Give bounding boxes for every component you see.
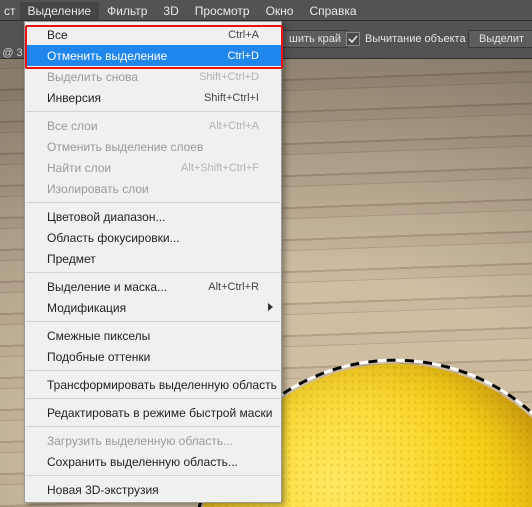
refine-edge-button[interactable]: шить край bbox=[282, 30, 348, 48]
menu-item[interactable]: Редактировать в режиме быстрой маски bbox=[25, 402, 281, 423]
menu-item[interactable]: Цветовой диапазон... bbox=[25, 206, 281, 227]
menu-item-label: Загрузить выделенную область... bbox=[47, 434, 259, 448]
menu-item-label: Сохранить выделенную область... bbox=[47, 455, 259, 469]
menu-filter[interactable]: Фильтр bbox=[99, 2, 155, 20]
menu-item-shortcut: Ctrl+D bbox=[228, 50, 259, 62]
menubar-prefix: ст bbox=[2, 2, 20, 20]
menu-item-label: Область фокусировки... bbox=[47, 231, 259, 245]
submenu-arrow-icon bbox=[268, 303, 273, 311]
menu-item[interactable]: Модификация bbox=[25, 297, 281, 318]
menu-item[interactable]: Выделение и маска... Alt+Ctrl+R bbox=[25, 276, 281, 297]
menu-item[interactable]: Все Ctrl+A bbox=[25, 24, 281, 45]
menu-item[interactable]: Трансформировать выделенную область bbox=[25, 374, 281, 395]
menu-item-label: Изолировать слои bbox=[47, 182, 259, 196]
menu-item-label: Выделить снова bbox=[47, 70, 187, 84]
menu-item-label: Новая 3D-экструзия bbox=[47, 483, 259, 497]
menu-item-shortcut: Alt+Ctrl+A bbox=[209, 120, 259, 132]
menu-item-shortcut: Ctrl+A bbox=[228, 29, 259, 41]
menu-item-label: Подобные оттенки bbox=[47, 350, 259, 364]
menu-item[interactable]: Область фокусировки... bbox=[25, 227, 281, 248]
menu-item-label: Трансформировать выделенную область bbox=[47, 378, 277, 392]
select-subject-button[interactable]: Выделит bbox=[468, 30, 532, 48]
menu-item-shortcut: Shift+Ctrl+I bbox=[204, 92, 259, 104]
menu-item: Найти слои Alt+Shift+Ctrl+F bbox=[25, 157, 281, 178]
menu-item-label: Все слои bbox=[47, 119, 197, 133]
menu-view[interactable]: Просмотр bbox=[187, 2, 258, 20]
zoom-tag: @ 3 bbox=[0, 21, 25, 63]
menu-item: Выделить снова Shift+Ctrl+D bbox=[25, 66, 281, 87]
menu-item-label: Цветовой диапазон... bbox=[47, 210, 259, 224]
menu-item: Изолировать слои bbox=[25, 178, 281, 199]
menu-item-label: Все bbox=[47, 28, 216, 42]
check-icon bbox=[346, 32, 360, 46]
menu-item[interactable]: Предмет bbox=[25, 248, 281, 269]
menu-help[interactable]: Справка bbox=[301, 2, 364, 20]
menu-item[interactable]: Отменить выделение Ctrl+D bbox=[25, 45, 281, 66]
menu-window[interactable]: Окно bbox=[258, 2, 302, 20]
subtract-object-label: Вычитание объекта bbox=[365, 33, 466, 45]
subtract-object-checkbox[interactable]: Вычитание объекта bbox=[346, 32, 466, 46]
menu-item: Все слои Alt+Ctrl+A bbox=[25, 115, 281, 136]
menubar: ст Выделение Фильтр 3D Просмотр Окно Спр… bbox=[0, 0, 532, 21]
menu-item-label: Модификация bbox=[47, 301, 259, 315]
menu-item[interactable]: Инверсия Shift+Ctrl+I bbox=[25, 87, 281, 108]
menu-item: Отменить выделение слоев bbox=[25, 136, 281, 157]
menu-item-label: Инверсия bbox=[47, 91, 192, 105]
menu-item[interactable]: Новая 3D-экструзия bbox=[25, 479, 281, 500]
menu-3d[interactable]: 3D bbox=[155, 2, 186, 20]
menu-item[interactable]: Смежные пикселы bbox=[25, 325, 281, 346]
menu-item-label: Предмет bbox=[47, 252, 259, 266]
menu-item-label: Отменить выделение bbox=[47, 49, 216, 63]
menu-item-label: Редактировать в режиме быстрой маски bbox=[47, 406, 272, 420]
menu-item: Загрузить выделенную область... bbox=[25, 430, 281, 451]
menu-item[interactable]: Сохранить выделенную область... bbox=[25, 451, 281, 472]
menu-item[interactable]: Подобные оттенки bbox=[25, 346, 281, 367]
select-menu-dropdown: Все Ctrl+A Отменить выделение Ctrl+D Выделит… bbox=[24, 21, 282, 503]
menu-item-shortcut: Shift+Ctrl+D bbox=[199, 71, 259, 83]
menu-item-shortcut: Alt+Ctrl+R bbox=[208, 281, 259, 293]
menu-select[interactable]: Выделение bbox=[20, 2, 100, 20]
menu-item-label: Выделение и маска... bbox=[47, 280, 196, 294]
menu-item-label: Отменить выделение слоев bbox=[47, 140, 259, 154]
menu-item-shortcut: Alt+Shift+Ctrl+F bbox=[181, 162, 259, 174]
menu-item-label: Найти слои bbox=[47, 161, 169, 175]
menu-item-label: Смежные пикселы bbox=[47, 329, 259, 343]
